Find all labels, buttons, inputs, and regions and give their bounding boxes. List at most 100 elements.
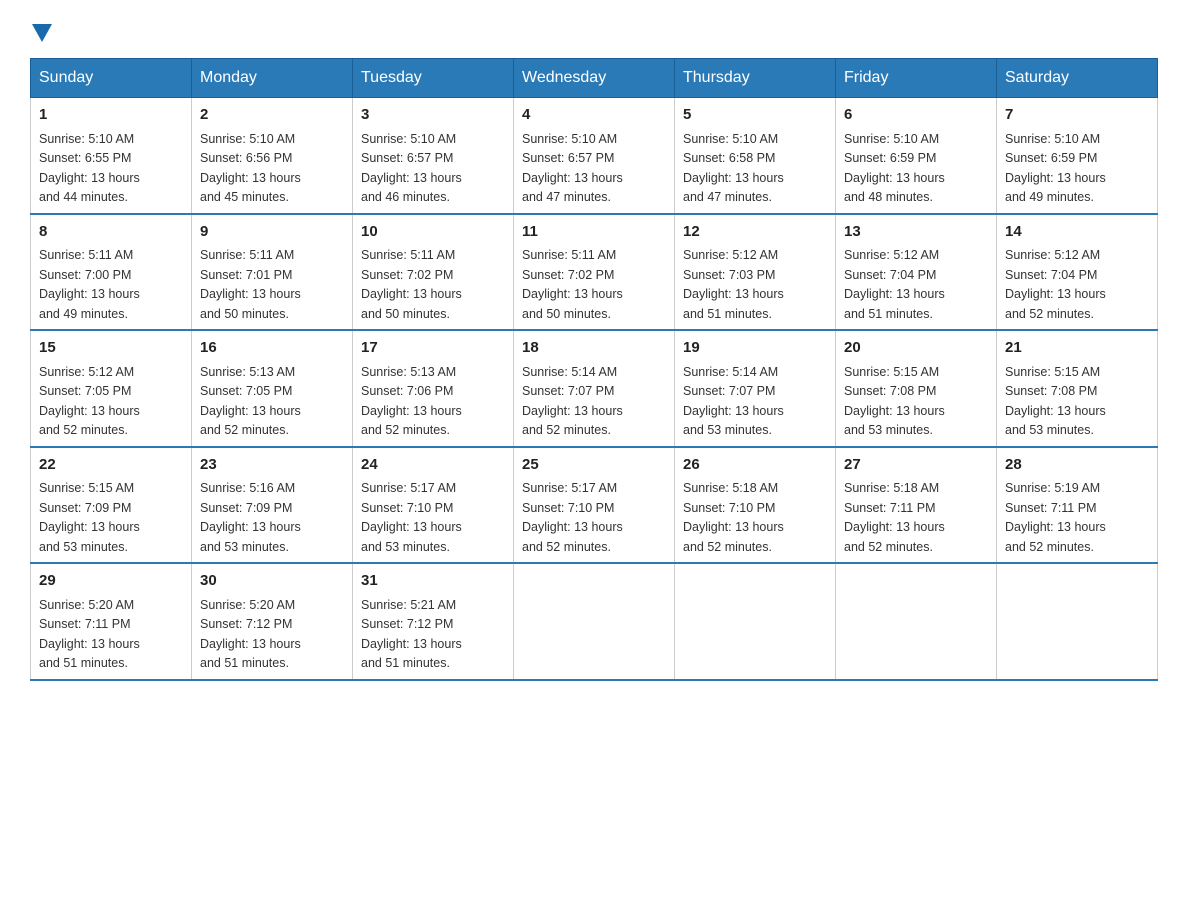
day-number: 9 (200, 221, 344, 244)
calendar-day-cell: 8 Sunrise: 5:11 AMSunset: 7:00 PMDayligh… (31, 214, 192, 331)
calendar-day-cell (997, 563, 1158, 680)
day-info: Sunrise: 5:14 AMSunset: 7:07 PMDaylight:… (683, 365, 784, 438)
calendar-header-cell: Tuesday (353, 59, 514, 98)
day-number: 8 (39, 221, 183, 244)
calendar-header-row: SundayMondayTuesdayWednesdayThursdayFrid… (31, 59, 1158, 98)
calendar-day-cell: 27 Sunrise: 5:18 AMSunset: 7:11 PMDaylig… (836, 447, 997, 564)
day-info: Sunrise: 5:10 AMSunset: 6:55 PMDaylight:… (39, 132, 140, 205)
day-info: Sunrise: 5:12 AMSunset: 7:04 PMDaylight:… (1005, 248, 1106, 321)
calendar-header-cell: Thursday (675, 59, 836, 98)
calendar-day-cell: 21 Sunrise: 5:15 AMSunset: 7:08 PMDaylig… (997, 330, 1158, 447)
page-header (30, 20, 1158, 38)
calendar-day-cell: 11 Sunrise: 5:11 AMSunset: 7:02 PMDaylig… (514, 214, 675, 331)
day-info: Sunrise: 5:15 AMSunset: 7:09 PMDaylight:… (39, 481, 140, 554)
calendar-day-cell: 26 Sunrise: 5:18 AMSunset: 7:10 PMDaylig… (675, 447, 836, 564)
calendar-day-cell (836, 563, 997, 680)
day-number: 30 (200, 570, 344, 593)
logo-triangle-icon (32, 24, 52, 42)
calendar-week-row: 22 Sunrise: 5:15 AMSunset: 7:09 PMDaylig… (31, 447, 1158, 564)
day-number: 6 (844, 104, 988, 127)
day-info: Sunrise: 5:15 AMSunset: 7:08 PMDaylight:… (1005, 365, 1106, 438)
day-number: 25 (522, 454, 666, 477)
calendar-day-cell (514, 563, 675, 680)
day-number: 20 (844, 337, 988, 360)
day-info: Sunrise: 5:11 AMSunset: 7:02 PMDaylight:… (361, 248, 462, 321)
day-info: Sunrise: 5:13 AMSunset: 7:06 PMDaylight:… (361, 365, 462, 438)
calendar-day-cell: 5 Sunrise: 5:10 AMSunset: 6:58 PMDayligh… (675, 98, 836, 214)
calendar-header-cell: Saturday (997, 59, 1158, 98)
day-number: 1 (39, 104, 183, 127)
day-info: Sunrise: 5:10 AMSunset: 6:57 PMDaylight:… (522, 132, 623, 205)
day-number: 13 (844, 221, 988, 244)
calendar-day-cell: 17 Sunrise: 5:13 AMSunset: 7:06 PMDaylig… (353, 330, 514, 447)
day-number: 18 (522, 337, 666, 360)
day-info: Sunrise: 5:21 AMSunset: 7:12 PMDaylight:… (361, 598, 462, 671)
day-number: 2 (200, 104, 344, 127)
calendar-week-row: 8 Sunrise: 5:11 AMSunset: 7:00 PMDayligh… (31, 214, 1158, 331)
day-info: Sunrise: 5:20 AMSunset: 7:11 PMDaylight:… (39, 598, 140, 671)
day-info: Sunrise: 5:17 AMSunset: 7:10 PMDaylight:… (361, 481, 462, 554)
day-info: Sunrise: 5:10 AMSunset: 6:57 PMDaylight:… (361, 132, 462, 205)
calendar-day-cell: 24 Sunrise: 5:17 AMSunset: 7:10 PMDaylig… (353, 447, 514, 564)
calendar-day-cell: 2 Sunrise: 5:10 AMSunset: 6:56 PMDayligh… (192, 98, 353, 214)
day-info: Sunrise: 5:15 AMSunset: 7:08 PMDaylight:… (844, 365, 945, 438)
day-number: 16 (200, 337, 344, 360)
day-info: Sunrise: 5:10 AMSunset: 6:56 PMDaylight:… (200, 132, 301, 205)
day-number: 11 (522, 221, 666, 244)
calendar-day-cell: 30 Sunrise: 5:20 AMSunset: 7:12 PMDaylig… (192, 563, 353, 680)
day-number: 4 (522, 104, 666, 127)
day-number: 14 (1005, 221, 1149, 244)
day-number: 12 (683, 221, 827, 244)
day-info: Sunrise: 5:12 AMSunset: 7:05 PMDaylight:… (39, 365, 140, 438)
day-info: Sunrise: 5:11 AMSunset: 7:02 PMDaylight:… (522, 248, 623, 321)
calendar-week-row: 29 Sunrise: 5:20 AMSunset: 7:11 PMDaylig… (31, 563, 1158, 680)
day-number: 26 (683, 454, 827, 477)
day-number: 22 (39, 454, 183, 477)
calendar-day-cell: 9 Sunrise: 5:11 AMSunset: 7:01 PMDayligh… (192, 214, 353, 331)
calendar-day-cell: 20 Sunrise: 5:15 AMSunset: 7:08 PMDaylig… (836, 330, 997, 447)
day-info: Sunrise: 5:19 AMSunset: 7:11 PMDaylight:… (1005, 481, 1106, 554)
day-info: Sunrise: 5:17 AMSunset: 7:10 PMDaylight:… (522, 481, 623, 554)
calendar-day-cell: 25 Sunrise: 5:17 AMSunset: 7:10 PMDaylig… (514, 447, 675, 564)
calendar-body: 1 Sunrise: 5:10 AMSunset: 6:55 PMDayligh… (31, 98, 1158, 680)
calendar-day-cell: 16 Sunrise: 5:13 AMSunset: 7:05 PMDaylig… (192, 330, 353, 447)
day-number: 5 (683, 104, 827, 127)
day-info: Sunrise: 5:16 AMSunset: 7:09 PMDaylight:… (200, 481, 301, 554)
calendar-day-cell: 15 Sunrise: 5:12 AMSunset: 7:05 PMDaylig… (31, 330, 192, 447)
day-info: Sunrise: 5:18 AMSunset: 7:10 PMDaylight:… (683, 481, 784, 554)
calendar-day-cell: 28 Sunrise: 5:19 AMSunset: 7:11 PMDaylig… (997, 447, 1158, 564)
day-number: 27 (844, 454, 988, 477)
day-number: 17 (361, 337, 505, 360)
day-number: 19 (683, 337, 827, 360)
calendar-header-cell: Wednesday (514, 59, 675, 98)
day-info: Sunrise: 5:10 AMSunset: 6:59 PMDaylight:… (1005, 132, 1106, 205)
day-number: 28 (1005, 454, 1149, 477)
calendar-day-cell: 7 Sunrise: 5:10 AMSunset: 6:59 PMDayligh… (997, 98, 1158, 214)
calendar-day-cell: 14 Sunrise: 5:12 AMSunset: 7:04 PMDaylig… (997, 214, 1158, 331)
day-number: 15 (39, 337, 183, 360)
day-number: 23 (200, 454, 344, 477)
calendar-week-row: 1 Sunrise: 5:10 AMSunset: 6:55 PMDayligh… (31, 98, 1158, 214)
day-number: 7 (1005, 104, 1149, 127)
calendar-day-cell: 22 Sunrise: 5:15 AMSunset: 7:09 PMDaylig… (31, 447, 192, 564)
day-number: 3 (361, 104, 505, 127)
calendar-week-row: 15 Sunrise: 5:12 AMSunset: 7:05 PMDaylig… (31, 330, 1158, 447)
calendar-day-cell: 23 Sunrise: 5:16 AMSunset: 7:09 PMDaylig… (192, 447, 353, 564)
calendar-day-cell: 6 Sunrise: 5:10 AMSunset: 6:59 PMDayligh… (836, 98, 997, 214)
calendar-header-cell: Monday (192, 59, 353, 98)
day-info: Sunrise: 5:18 AMSunset: 7:11 PMDaylight:… (844, 481, 945, 554)
calendar-day-cell: 13 Sunrise: 5:12 AMSunset: 7:04 PMDaylig… (836, 214, 997, 331)
day-info: Sunrise: 5:11 AMSunset: 7:01 PMDaylight:… (200, 248, 301, 321)
calendar-day-cell: 12 Sunrise: 5:12 AMSunset: 7:03 PMDaylig… (675, 214, 836, 331)
calendar-day-cell: 19 Sunrise: 5:14 AMSunset: 7:07 PMDaylig… (675, 330, 836, 447)
calendar-day-cell: 4 Sunrise: 5:10 AMSunset: 6:57 PMDayligh… (514, 98, 675, 214)
day-info: Sunrise: 5:10 AMSunset: 6:58 PMDaylight:… (683, 132, 784, 205)
day-number: 21 (1005, 337, 1149, 360)
day-info: Sunrise: 5:12 AMSunset: 7:03 PMDaylight:… (683, 248, 784, 321)
day-info: Sunrise: 5:20 AMSunset: 7:12 PMDaylight:… (200, 598, 301, 671)
day-number: 31 (361, 570, 505, 593)
calendar-day-cell: 1 Sunrise: 5:10 AMSunset: 6:55 PMDayligh… (31, 98, 192, 214)
calendar-day-cell: 31 Sunrise: 5:21 AMSunset: 7:12 PMDaylig… (353, 563, 514, 680)
day-number: 29 (39, 570, 183, 593)
calendar-day-cell: 10 Sunrise: 5:11 AMSunset: 7:02 PMDaylig… (353, 214, 514, 331)
